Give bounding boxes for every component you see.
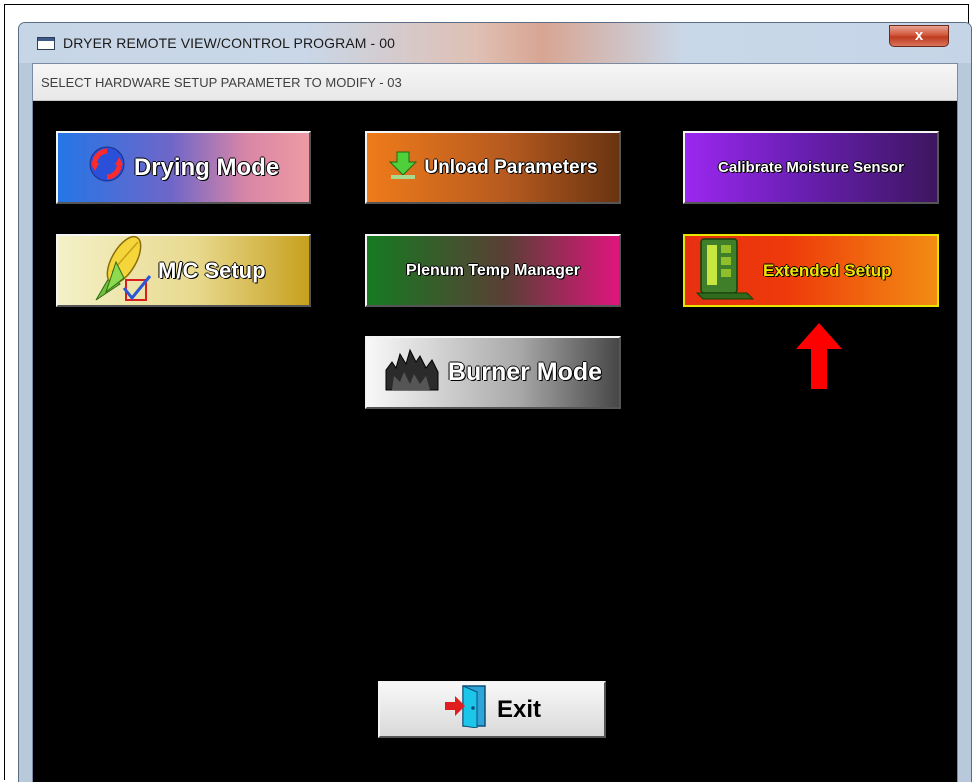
- plenum-temp-manager-button[interactable]: Plenum Temp Manager: [365, 234, 621, 307]
- subtitle-bar: SELECT HARDWARE SETUP PARAMETER TO MODIF…: [33, 64, 957, 101]
- page-subtitle: SELECT HARDWARE SETUP PARAMETER TO MODIF…: [41, 75, 402, 90]
- button-panel: Drying Mode Unload Parameters Calibrate …: [33, 101, 957, 782]
- red-arrow-annotation: [796, 323, 842, 389]
- app-window: DRYER REMOTE VIEW/CONTROL PROGRAM - 00 x…: [18, 22, 972, 782]
- client-area: SELECT HARDWARE SETUP PARAMETER TO MODIF…: [32, 63, 958, 782]
- drying-mode-button[interactable]: Drying Mode: [56, 131, 311, 204]
- extended-setup-label: Extended Setup: [763, 260, 892, 280]
- close-button[interactable]: x: [889, 25, 949, 47]
- burner-mode-label: Burner Mode: [447, 358, 603, 386]
- corn-cob-icon: [90, 232, 154, 310]
- mc-setup-button[interactable]: M/C Setup: [56, 234, 311, 307]
- plenum-temp-manager-label: Plenum Temp Manager: [406, 261, 580, 279]
- download-arrow-icon: [388, 150, 418, 186]
- window-title: DRYER REMOTE VIEW/CONTROL PROGRAM - 00: [63, 35, 396, 51]
- app-window-icon: [37, 37, 55, 50]
- unload-parameters-label: Unload Parameters: [424, 156, 598, 178]
- unload-parameters-button[interactable]: Unload Parameters: [365, 131, 621, 204]
- exit-door-icon: [443, 684, 489, 735]
- exit-label: Exit: [496, 695, 541, 723]
- burner-mode-button[interactable]: Burner Mode: [365, 336, 621, 409]
- calibrate-moisture-sensor-button[interactable]: Calibrate Moisture Sensor: [683, 131, 939, 204]
- calibrate-moisture-sensor-label: Calibrate Moisture Sensor: [718, 159, 904, 176]
- extended-setup-button[interactable]: Extended Setup: [683, 234, 939, 307]
- title-bar[interactable]: DRYER REMOTE VIEW/CONTROL PROGRAM - 00 x: [19, 23, 971, 63]
- burner-flame-icon: [384, 346, 440, 399]
- drying-mode-label: Drying Mode: [133, 153, 280, 181]
- control-panel-icon: [695, 235, 755, 306]
- exit-button[interactable]: Exit: [378, 681, 606, 738]
- mc-setup-label: M/C Setup: [158, 257, 266, 283]
- refresh-cycle-icon: [88, 145, 126, 190]
